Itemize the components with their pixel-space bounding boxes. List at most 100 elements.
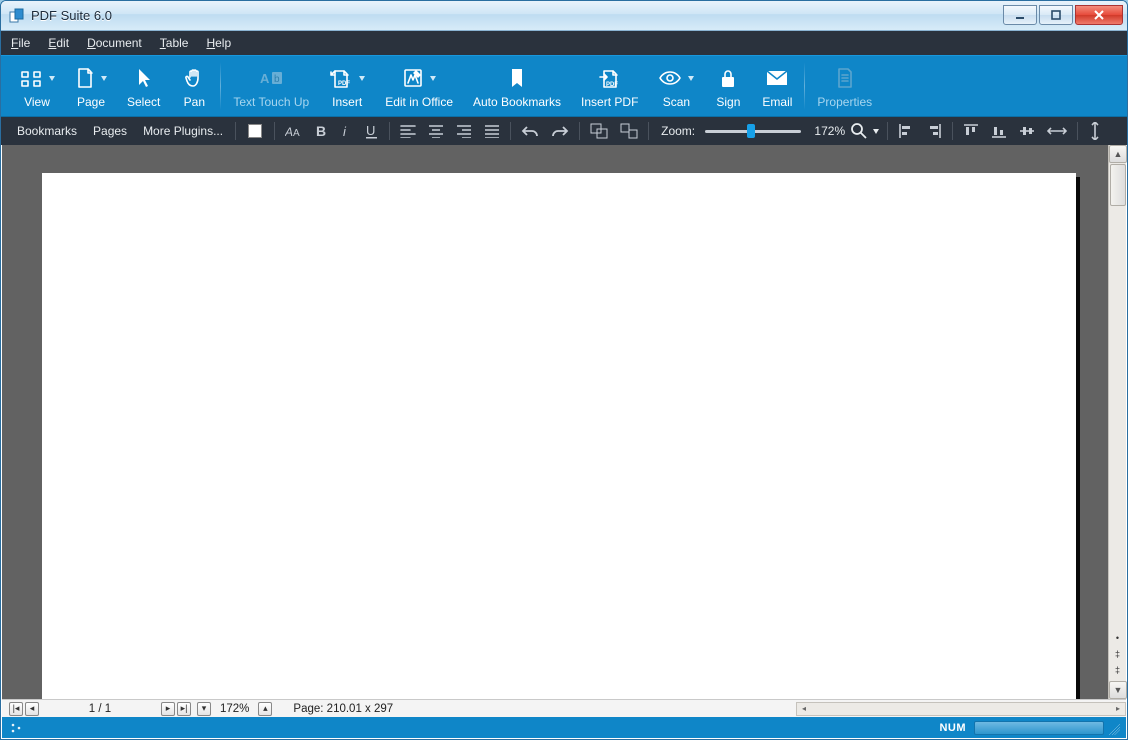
menu-table[interactable]: Table (160, 36, 189, 50)
undo-button[interactable] (515, 117, 545, 145)
window-controls (1003, 6, 1123, 25)
ribbon-auto-bookmarks-label: Auto Bookmarks (473, 95, 561, 109)
ribbon-properties-label: Properties (817, 95, 872, 109)
align-middle-objects-button[interactable] (1013, 117, 1041, 145)
ribbon-email-label: Email (762, 95, 792, 109)
distribute-vertical-button[interactable] (1082, 117, 1108, 145)
zoom-dropdown[interactable] (847, 117, 883, 145)
ribbon-properties[interactable]: Properties (807, 56, 882, 116)
svg-text:i: i (343, 124, 347, 139)
italic-button[interactable]: i (335, 117, 359, 145)
swatch-icon (248, 124, 262, 138)
ribbon-page[interactable]: Page (65, 56, 117, 116)
menu-file[interactable]: File (11, 36, 30, 50)
document-viewport[interactable] (2, 145, 1108, 699)
vertical-scrollbar[interactable]: ▲ •‡‡ ▼ (1108, 145, 1126, 699)
ungroup-button[interactable] (614, 117, 644, 145)
align-right-button[interactable] (450, 117, 478, 145)
status-bar: NUM (2, 717, 1126, 738)
window-title: PDF Suite 6.0 (31, 8, 112, 23)
align-right-objects-button[interactable] (920, 117, 948, 145)
last-page-button[interactable]: ▸| (177, 702, 191, 716)
zoom-value: 172% (807, 124, 847, 138)
cursor-icon (136, 63, 152, 93)
align-top-objects-button[interactable] (957, 117, 985, 145)
bold-button[interactable]: B (309, 117, 335, 145)
menu-bar: File Edit Document Table Help (1, 31, 1127, 55)
ribbon-view-label: View (24, 95, 50, 109)
vscroll-thumb[interactable] (1110, 164, 1126, 206)
group-button[interactable] (584, 117, 614, 145)
svg-text:A: A (293, 128, 300, 139)
ribbon-pan-label: Pan (184, 95, 205, 109)
app-icon (9, 8, 25, 24)
redo-button[interactable] (545, 117, 575, 145)
svg-text:A: A (260, 71, 270, 86)
ribbon-select[interactable]: Select (117, 56, 170, 116)
ribbon-edit-in-office[interactable]: Edit in Office (375, 56, 463, 116)
underline-button[interactable]: U (359, 117, 385, 145)
scroll-down-button[interactable]: ▼ (1109, 681, 1127, 699)
page-navigation-bar: |◂ ◂ 1 / 1 ▸ ▸| ▾ 172% ▴ Page: 210.01 x … (2, 699, 1126, 717)
ribbon-scan[interactable]: Scan (648, 56, 704, 116)
ribbon-insert[interactable]: PDF Insert (319, 56, 375, 116)
title-bar[interactable]: PDF Suite 6.0 (1, 1, 1127, 31)
minimize-button[interactable] (1003, 5, 1037, 25)
resize-grip[interactable] (1106, 721, 1120, 735)
ribbon-pan[interactable]: Pan (170, 56, 218, 116)
ribbon-insert-label: Insert (332, 95, 362, 109)
prev-page-button[interactable]: ◂ (25, 702, 39, 716)
zoom-slider[interactable] (705, 124, 801, 138)
ribbon-sign[interactable]: Sign (704, 56, 752, 116)
horizontal-scrollbar[interactable]: ◂ ▸ (796, 702, 1126, 716)
tool-more-plugins[interactable]: More Plugins... (135, 117, 231, 145)
tool-bookmarks[interactable]: Bookmarks (9, 117, 85, 145)
num-lock-indicator: NUM (939, 722, 966, 734)
svg-text:PDF: PDF (338, 81, 350, 87)
ribbon-page-label: Page (77, 95, 105, 109)
page-dimensions: Page: 210.01 x 297 (293, 703, 393, 715)
menu-help[interactable]: Help (206, 36, 231, 50)
ribbon-auto-bookmarks[interactable]: Auto Bookmarks (463, 56, 571, 116)
scroll-up-button[interactable]: ▲ (1109, 145, 1127, 163)
ribbon-view[interactable]: View (9, 56, 65, 116)
close-button[interactable] (1075, 5, 1123, 25)
envelope-icon (766, 63, 788, 93)
ribbon-edit-in-office-label: Edit in Office (385, 95, 453, 109)
page-counter: 1 / 1 (40, 703, 160, 715)
ribbon-email[interactable]: Email (752, 56, 802, 116)
svg-text:U: U (366, 123, 375, 138)
color-swatch[interactable] (240, 117, 270, 145)
ribbon-toolbar: View Page Select Pan (1, 55, 1127, 117)
align-center-button[interactable] (422, 117, 450, 145)
status-icon (8, 720, 24, 736)
align-left-button[interactable] (394, 117, 422, 145)
zoom-label: Zoom: (653, 124, 699, 138)
svg-text:A: A (285, 125, 293, 139)
zoom-in-button[interactable]: ▴ (258, 702, 272, 716)
align-left-objects-button[interactable] (892, 117, 920, 145)
maximize-button[interactable] (1039, 5, 1073, 25)
workspace: ▲ •‡‡ ▼ (2, 145, 1126, 699)
align-justify-button[interactable] (478, 117, 506, 145)
menu-document[interactable]: Document (87, 36, 142, 50)
ribbon-select-label: Select (127, 95, 160, 109)
zoom-out-button[interactable]: ▾ (197, 702, 211, 716)
document-page[interactable] (42, 173, 1076, 699)
scroll-right-button[interactable]: ▸ (1111, 703, 1125, 715)
ribbon-insert-pdf[interactable]: PDF Insert PDF (571, 56, 648, 116)
next-page-button[interactable]: ▸ (161, 702, 175, 716)
insert-icon: PDF (329, 63, 365, 93)
svg-text:PDF: PDF (606, 82, 618, 88)
nav-zoom-value: 172% (212, 703, 257, 715)
first-page-button[interactable]: |◂ (9, 702, 23, 716)
tool-pages[interactable]: Pages (85, 117, 135, 145)
bookmark-icon (508, 63, 526, 93)
ribbon-scan-label: Scan (663, 95, 690, 109)
scroll-left-button[interactable]: ◂ (797, 703, 811, 715)
align-bottom-objects-button[interactable] (985, 117, 1013, 145)
menu-edit[interactable]: Edit (48, 36, 69, 50)
font-style-button[interactable]: AA (279, 117, 309, 145)
distribute-horizontal-button[interactable] (1041, 117, 1073, 145)
ribbon-text-touch-up[interactable]: A b Text Touch Up (223, 56, 319, 116)
